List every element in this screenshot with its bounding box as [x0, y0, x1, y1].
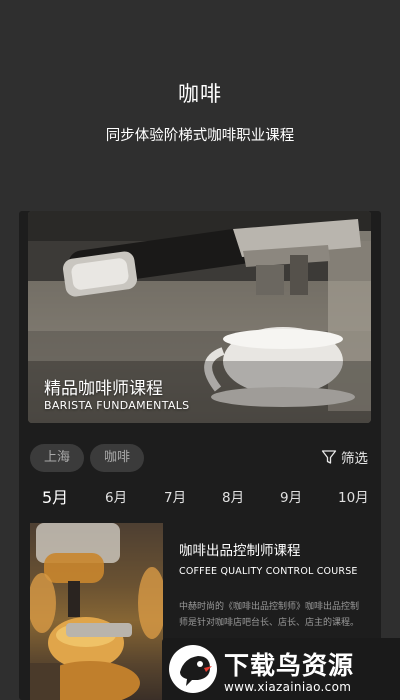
course-title: 咖啡出品控制师课程 [179, 543, 301, 559]
filter-button[interactable]: 筛选 [321, 447, 368, 467]
course-description: 中赫时尚的《咖啡出品控制师》咖啡出品控制师是针对咖啡店吧台长、店长、店主的课程。 [179, 602, 360, 628]
tag-location[interactable]: 上海 [30, 444, 85, 472]
hero-subtitle: BARISTA FUNDAMENTALS [44, 399, 190, 412]
month-tab[interactable]: 6月 [105, 486, 127, 506]
watermark-banner: 下载鸟资源 www.xiazainiao.com [162, 638, 400, 700]
page-title: 咖啡 [178, 82, 222, 106]
month-tab[interactable]: 10月 [338, 486, 369, 506]
hero-banner[interactable]: 精品咖啡师课程 BARISTA FUNDAMENTALS [28, 211, 371, 423]
tag-category[interactable]: 咖啡 [90, 444, 145, 472]
month-tab[interactable]: 8月 [222, 486, 244, 506]
hero-title: 精品咖啡师课程 [44, 379, 163, 399]
tag-list: 上海 咖啡 [30, 444, 145, 472]
page-subtitle: 同步体验阶梯式咖啡职业课程 [105, 128, 295, 144]
month-selector: 5月 6月 7月 8月 9月 10月 [19, 486, 381, 516]
watermark-url: www.xiazainiao.com [224, 680, 352, 694]
filter-label: 筛选 [341, 451, 368, 467]
bird-logo-icon [169, 645, 217, 693]
month-tab[interactable]: 7月 [164, 486, 186, 506]
content-card: 精品咖啡师课程 BARISTA FUNDAMENTALS 上海 咖啡 筛选 5月… [19, 211, 381, 700]
course-subtitle: COFFEE QUALITY CONTROL COURSE [179, 566, 358, 577]
header: 咖啡 同步体验阶梯式咖啡职业课程 [0, 0, 400, 210]
funnel-icon [321, 450, 337, 464]
course-thumbnail [30, 523, 163, 700]
month-tab-active[interactable]: 5月 [42, 484, 68, 508]
month-tab[interactable]: 9月 [280, 486, 302, 506]
watermark-title: 下载鸟资源 [224, 651, 355, 680]
siphon-brewer-illustration [30, 523, 163, 700]
